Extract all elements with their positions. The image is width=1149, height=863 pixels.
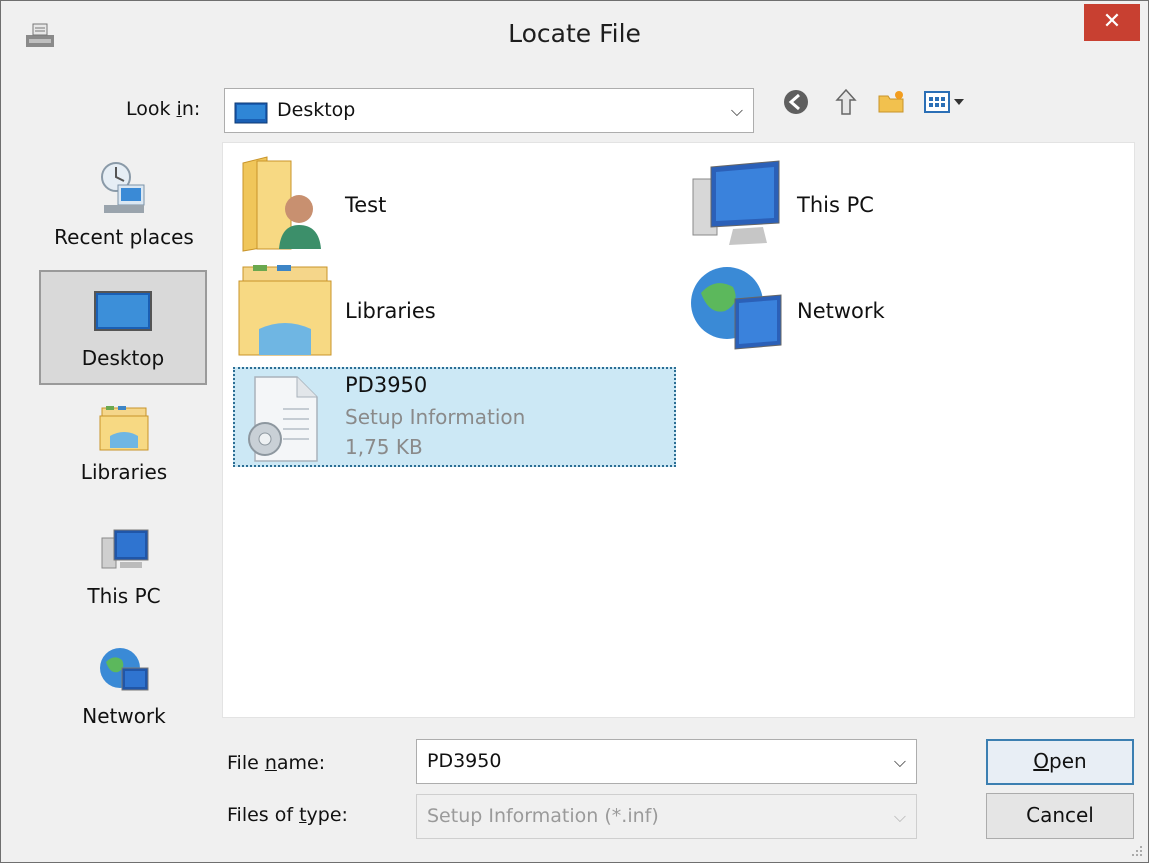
this-pc-icon <box>692 160 780 245</box>
look-in-label: Look in: <box>126 98 201 120</box>
recent-places-icon <box>101 162 145 213</box>
chevron-down-icon[interactable]: ⌵ <box>894 752 906 772</box>
file-list[interactable]: Test This PC Libraries Network PD3950 Se… <box>222 142 1135 718</box>
desktop-icon <box>94 291 152 331</box>
libraries-icon <box>238 265 332 356</box>
file-type-value: Setup Information (*.inf) <box>427 805 659 827</box>
view-menu-icon[interactable] <box>923 87 967 117</box>
user-folder-icon <box>242 156 321 252</box>
list-item-selected[interactable]: PD3950 Setup Information 1,75 KB <box>233 367 676 467</box>
desktop-icon <box>234 102 268 124</box>
look-in-value: Desktop <box>277 99 356 121</box>
place-label: Recent places <box>54 225 194 249</box>
open-button[interactable]: Open <box>986 739 1134 785</box>
libraries-icon <box>99 406 149 451</box>
file-name: Network <box>797 299 885 323</box>
close-button[interactable]: ✕ <box>1084 4 1140 41</box>
place-this-pc[interactable]: This PC <box>39 524 209 624</box>
file-name-combo[interactable]: PD3950 ⌵ <box>416 739 917 784</box>
look-in-combo[interactable]: Desktop ⌵ <box>224 88 754 133</box>
place-label: Desktop <box>81 346 165 370</box>
resize-grip-icon[interactable] <box>1130 844 1144 858</box>
list-item[interactable]: Test <box>237 153 657 253</box>
file-name: Test <box>345 193 387 217</box>
list-item[interactable]: Network <box>689 263 1109 359</box>
file-name-label: File name: <box>227 752 326 774</box>
up-folder-icon[interactable] <box>831 87 861 117</box>
file-name: Libraries <box>345 299 436 323</box>
file-name: PD3950 <box>345 373 428 397</box>
place-label: Libraries <box>80 460 168 484</box>
locate-file-dialog: Locate File ✕ Look in: Desktop ⌵ Recent … <box>0 0 1149 863</box>
cancel-button[interactable]: Cancel <box>986 793 1134 839</box>
list-item[interactable]: This PC <box>689 157 1109 253</box>
file-name: This PC <box>797 193 874 217</box>
place-libraries[interactable]: Libraries <box>39 400 209 500</box>
network-icon <box>100 648 149 691</box>
chevron-down-icon[interactable]: ⌵ <box>731 101 743 121</box>
place-network[interactable]: Network <box>39 644 209 744</box>
place-desktop[interactable]: Desktop <box>39 270 207 385</box>
file-type-combo: Setup Information (*.inf) ⌵ <box>416 794 917 839</box>
place-recent[interactable]: Recent places <box>39 159 209 269</box>
file-name-input[interactable]: PD3950 <box>427 750 501 772</box>
setup-file-icon <box>248 376 318 462</box>
new-folder-icon[interactable] <box>876 87 906 117</box>
place-label: This PC <box>87 584 161 608</box>
network-icon <box>691 267 782 350</box>
place-label: Network <box>82 704 166 728</box>
list-item[interactable]: Libraries <box>237 263 657 359</box>
places-bar: Recent places Desktop Libraries This PC … <box>19 142 219 742</box>
file-size: 1,75 KB <box>345 435 423 459</box>
file-type-label: Files of type: <box>227 804 348 826</box>
title-bar: Locate File ✕ <box>1 1 1148 71</box>
chevron-down-icon: ⌵ <box>893 807 906 826</box>
window-title: Locate File <box>508 19 641 48</box>
back-icon[interactable] <box>781 87 811 117</box>
this-pc-icon <box>101 529 149 569</box>
file-type: Setup Information <box>345 405 526 429</box>
